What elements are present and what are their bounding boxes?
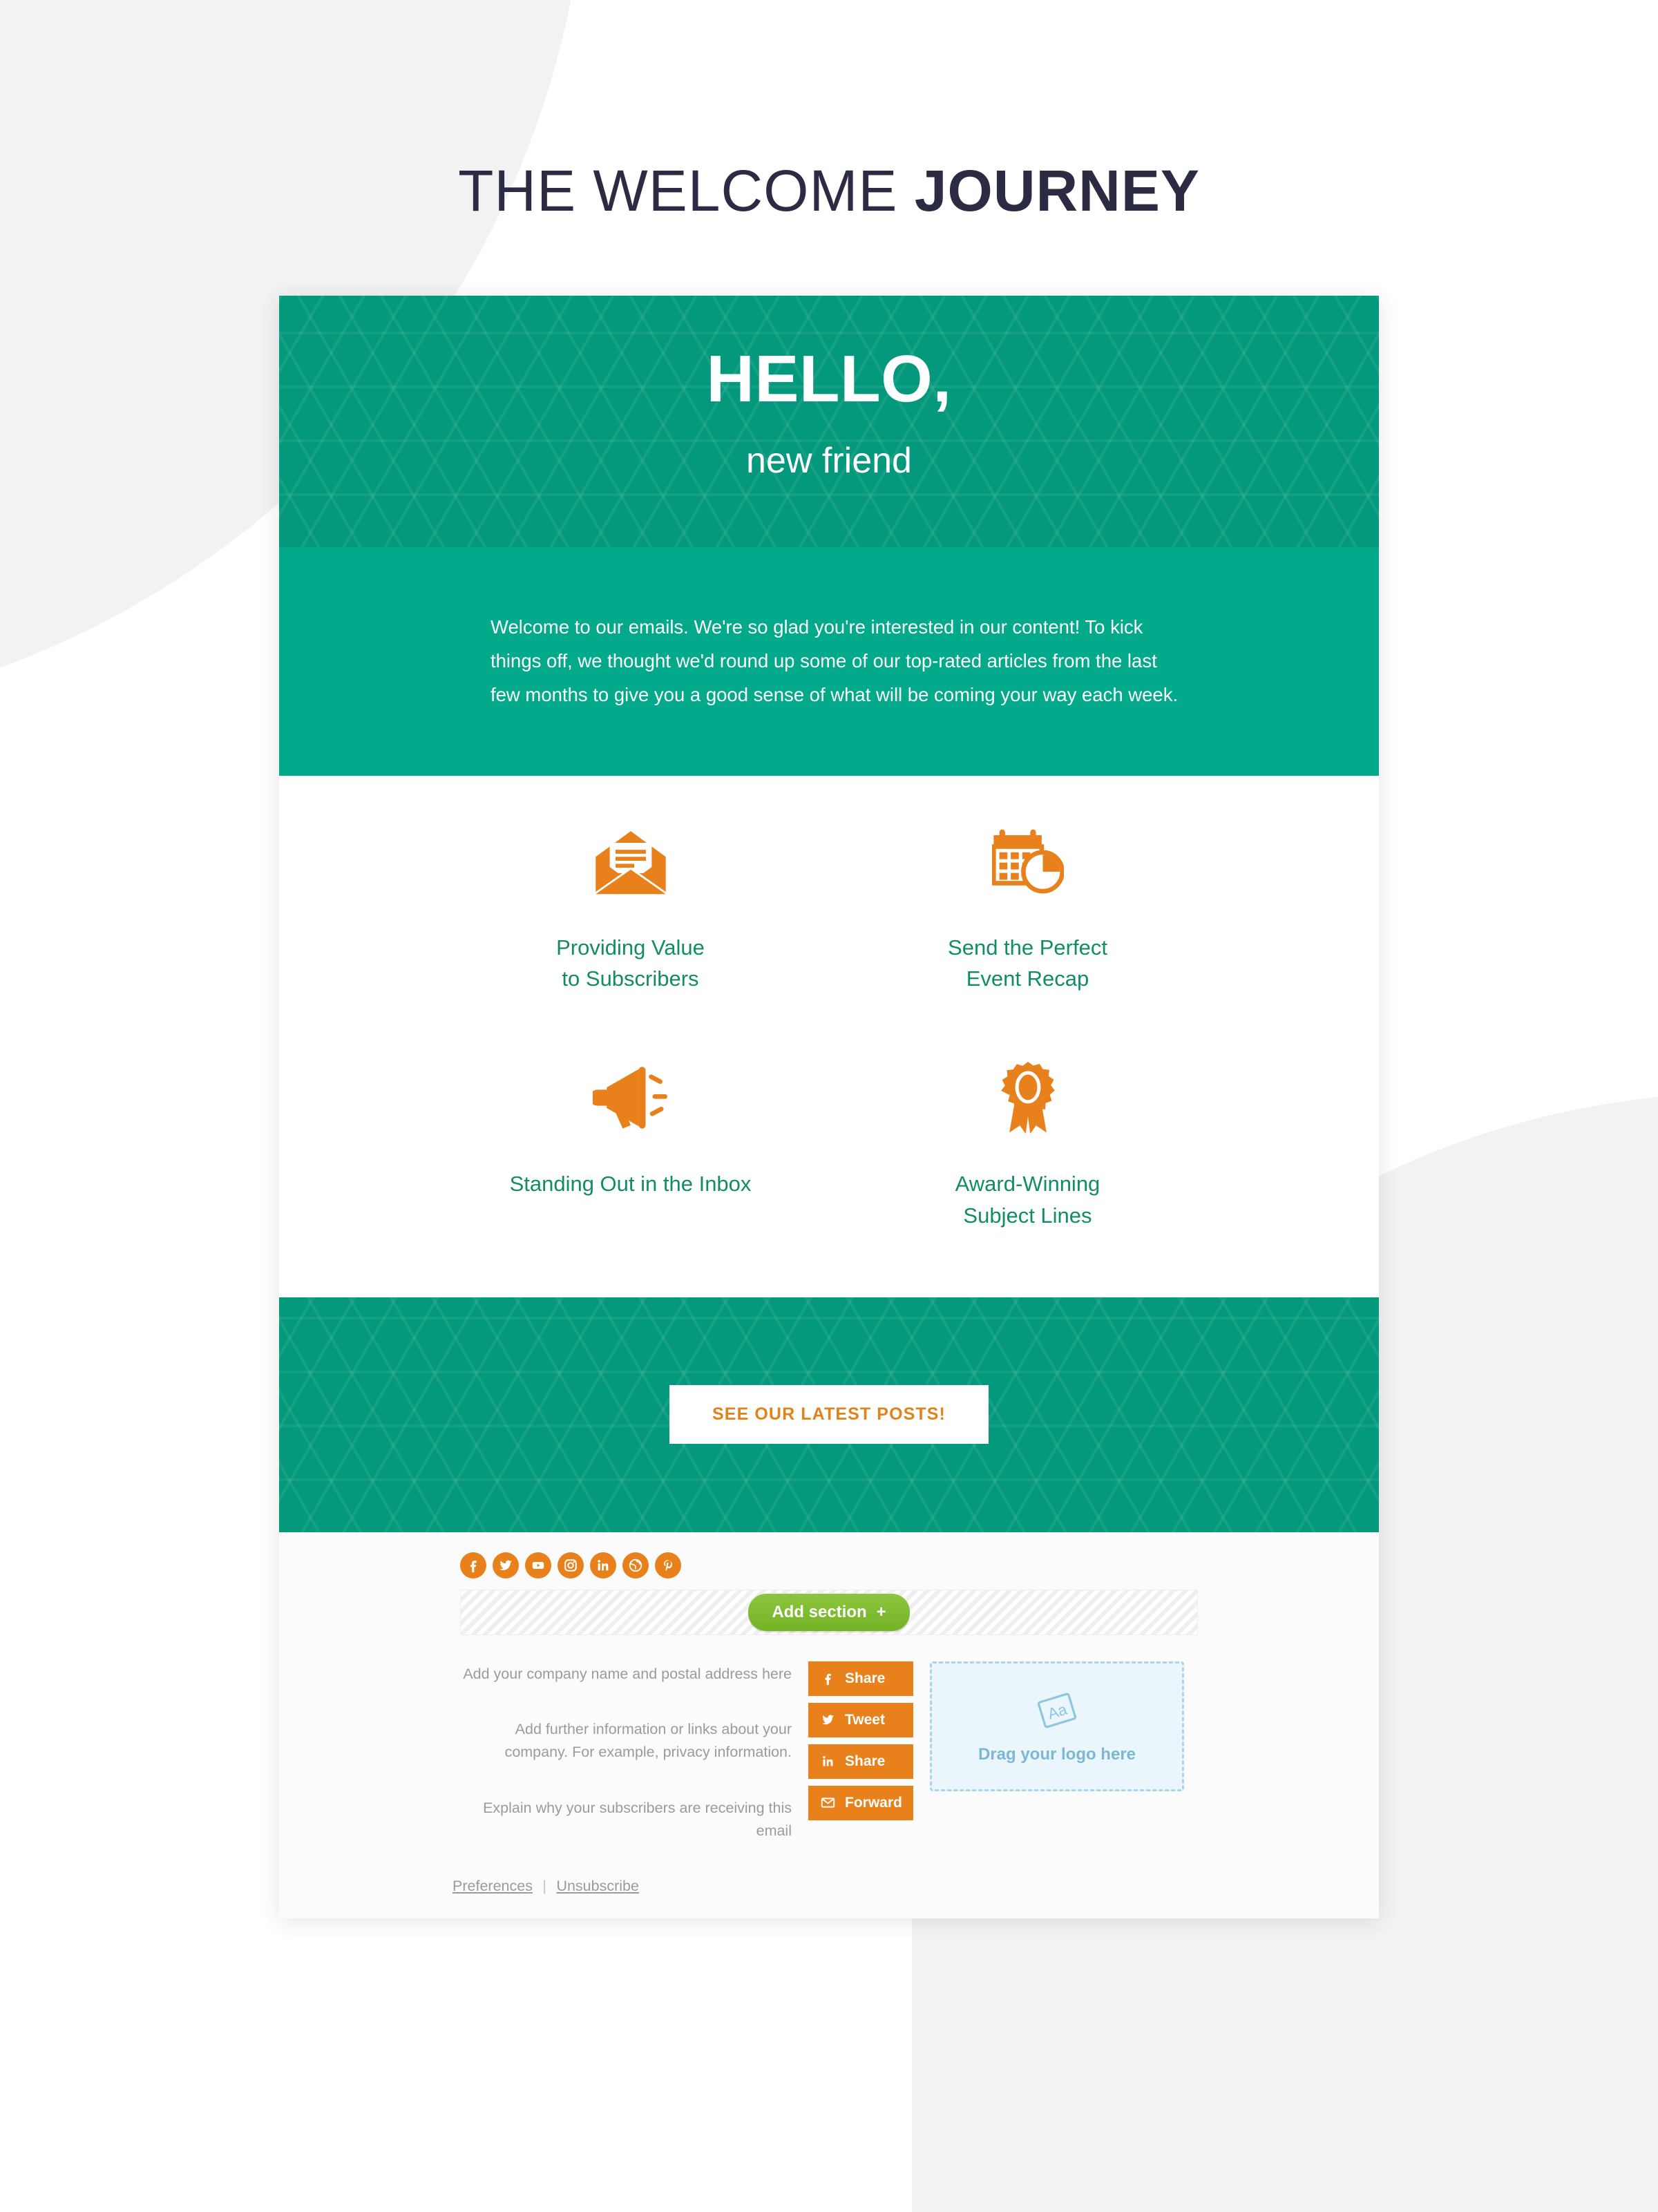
share-button-label: Forward xyxy=(845,1794,902,1811)
twitter-bird-icon xyxy=(821,1715,835,1725)
facebook-icon[interactable] xyxy=(460,1552,486,1579)
facebook-share-button[interactable]: Share xyxy=(808,1661,913,1696)
globe-icon[interactable] xyxy=(622,1552,649,1579)
page-title: THE WELCOME JOURNEY xyxy=(0,158,1658,225)
further-info-placeholder: Add further information or links about y… xyxy=(504,1721,792,1761)
email-preview-card: HELLO, new friend Welcome to our emails.… xyxy=(279,296,1379,1919)
feature-item-standing-out[interactable]: Standing Out in the Inbox xyxy=(432,1058,829,1231)
intro-paragraph: Welcome to our emails. We're so glad you… xyxy=(490,616,1179,705)
feature-grid: Providing Value to Subscribers Send the … xyxy=(432,821,1226,1231)
add-section-label: Add section xyxy=(772,1602,867,1621)
page-title-regular: THE WELCOME xyxy=(458,158,915,223)
page-title-bold: JOURNEY xyxy=(914,158,1200,223)
feature-item-event-recap[interactable]: Send the Perfect Event Recap xyxy=(829,821,1226,995)
pinterest-icon[interactable] xyxy=(655,1552,681,1579)
see-latest-posts-button[interactable]: SEE OUR LATEST POSTS! xyxy=(669,1385,989,1445)
add-section-button[interactable]: Add section + xyxy=(748,1593,910,1631)
preferences-link[interactable]: Preferences xyxy=(452,1878,533,1894)
open-envelope-icon xyxy=(593,821,668,902)
hero-subtitle: new friend xyxy=(746,441,912,481)
share-button-label: Share xyxy=(845,1753,886,1769)
footer-placeholder-text[interactable]: Add your company name and postal address… xyxy=(460,1653,792,1842)
envelope-icon xyxy=(821,1798,835,1808)
dropzone-label: Drag your logo here xyxy=(978,1744,1136,1764)
social-icon-row xyxy=(279,1545,1379,1579)
explain-placeholder: Explain why your subscribers are receivi… xyxy=(483,1799,792,1839)
facebook-f-icon xyxy=(825,1674,831,1686)
linkedin-icon[interactable] xyxy=(590,1552,616,1579)
linkedin-share-button[interactable]: Share xyxy=(808,1744,913,1779)
footer-links: Preferences | Unsubscribe xyxy=(279,1878,1379,1895)
twitter-tweet-button[interactable]: Tweet xyxy=(808,1702,913,1737)
email-cta-section: SEE OUR LATEST POSTS! xyxy=(279,1297,1379,1532)
feature-label: Award-Winning Subject Lines xyxy=(955,1172,1100,1228)
share-button-column: Share Tweet Share Forward xyxy=(808,1653,913,1842)
logo-dropzone-column: Aa Drag your logo here xyxy=(930,1653,1184,1842)
footer-columns: Add your company name and postal address… xyxy=(460,1653,1198,1842)
unsubscribe-link[interactable]: Unsubscribe xyxy=(556,1878,639,1894)
feature-label: Send the Perfect Event Recap xyxy=(948,935,1107,991)
feature-item-providing-value[interactable]: Providing Value to Subscribers xyxy=(432,821,829,995)
award-ribbon-icon xyxy=(996,1058,1060,1138)
share-button-label: Share xyxy=(845,1670,886,1686)
megaphone-icon xyxy=(592,1058,669,1138)
feature-label: Standing Out in the Inbox xyxy=(509,1172,752,1196)
email-intro-section: Welcome to our emails. We're so glad you… xyxy=(279,547,1379,776)
share-button-label: Tweet xyxy=(845,1711,885,1728)
forward-email-button[interactable]: Forward xyxy=(808,1785,913,1820)
instagram-icon[interactable] xyxy=(558,1552,584,1579)
plus-icon: + xyxy=(876,1602,886,1621)
link-separator: | xyxy=(542,1878,546,1895)
calendar-clock-icon xyxy=(991,821,1064,902)
feature-item-award-winning[interactable]: Award-Winning Subject Lines xyxy=(829,1058,1226,1231)
hero-title: HELLO, xyxy=(706,342,952,416)
email-hero-section: HELLO, new friend xyxy=(279,296,1379,547)
youtube-icon[interactable] xyxy=(525,1552,551,1579)
email-features-section: Providing Value to Subscribers Send the … xyxy=(279,775,1379,1297)
svg-text:Aa: Aa xyxy=(1045,1699,1069,1722)
twitter-icon[interactable] xyxy=(493,1552,519,1579)
logo-dropzone[interactable]: Aa Drag your logo here xyxy=(930,1661,1184,1791)
text-card-icon: Aa xyxy=(1037,1693,1077,1728)
feature-label: Providing Value to Subscribers xyxy=(556,935,705,991)
linkedin-in-icon xyxy=(823,1756,833,1766)
company-address-placeholder: Add your company name and postal address… xyxy=(463,1665,792,1682)
builder-footer: Add section + Add your company name and … xyxy=(279,1532,1379,1919)
add-section-strip: Add section + xyxy=(460,1589,1198,1635)
